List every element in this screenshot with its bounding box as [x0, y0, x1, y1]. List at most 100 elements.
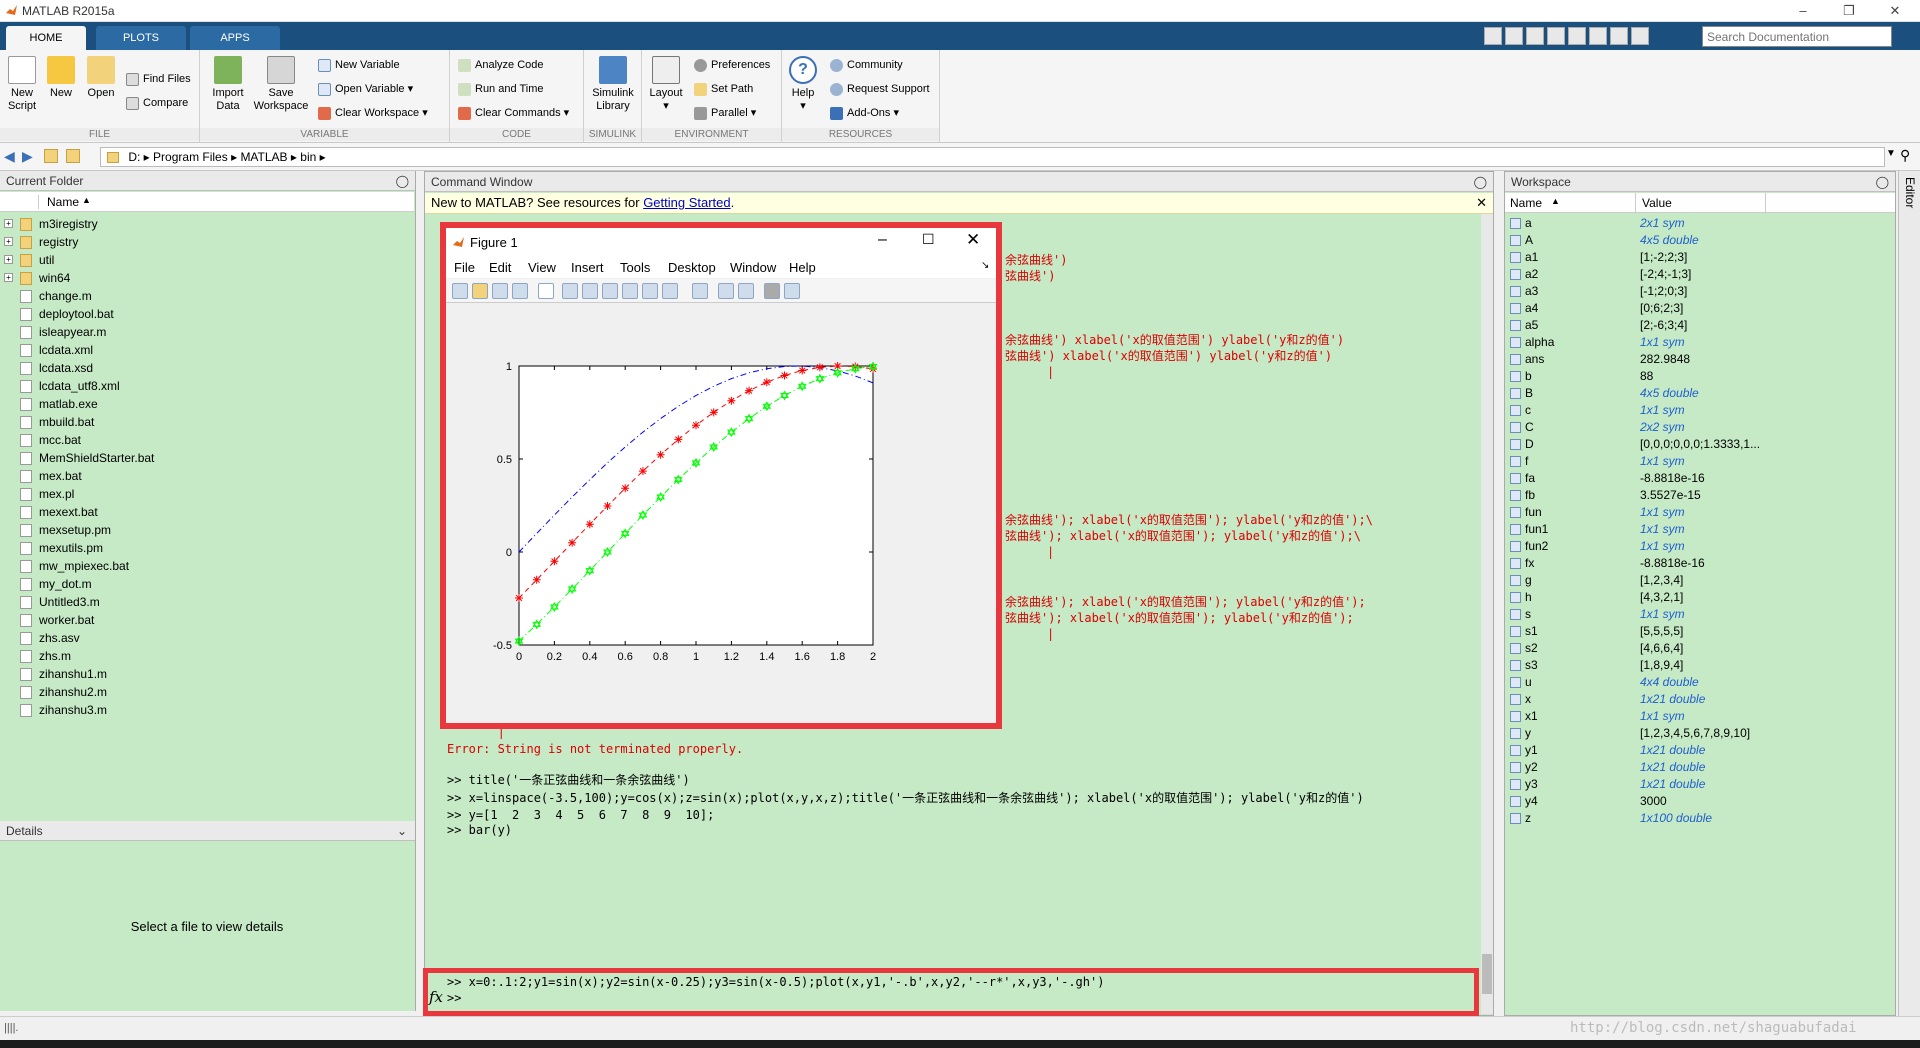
line-plot[interactable]: 0 0.2 0.4 0.6 0.8 1 1.2 1.4 1.6 1.8 2 -0.5 0 0.5 1	[446, 304, 996, 723]
forward-arrow-icon[interactable]: ▶	[22, 148, 33, 165]
switch-windows-icon[interactable]	[1610, 27, 1628, 45]
file-item[interactable]: zihanshu3.m	[20, 701, 107, 719]
menu-window[interactable]: Window	[730, 260, 776, 275]
workspace-variable-row[interactable]: y2 1x21 double	[1505, 759, 1895, 776]
new-button[interactable]: New	[44, 56, 78, 100]
workspace-variable-row[interactable]: c 1x1 sym	[1505, 402, 1895, 419]
file-item[interactable]: zhs.m	[20, 647, 71, 665]
details-header[interactable]: Details ⌄	[0, 821, 415, 841]
file-item[interactable]: + win64	[4, 269, 70, 287]
menu-help[interactable]: Help	[789, 260, 816, 275]
file-item[interactable]: matlab.exe	[20, 395, 98, 413]
workspace-variable-row[interactable]: alpha 1x1 sym	[1505, 334, 1895, 351]
file-item[interactable]: lcdata_utf8.xml	[20, 377, 120, 395]
name-column-header[interactable]: Name	[38, 195, 79, 209]
path-segment[interactable]: MATLAB	[240, 150, 287, 164]
workspace-variable-row[interactable]: D [0,0,0;0,0,0;1.3333,1...	[1505, 436, 1895, 453]
figure-titlebar[interactable]: Figure 1 – ☐ ✕	[446, 228, 996, 256]
close-notice-icon[interactable]: ✕	[1476, 193, 1487, 213]
editor-collapsed-tab[interactable]: Editor	[1898, 171, 1920, 1016]
find-files-button[interactable]: Find Files	[126, 70, 191, 88]
scrollbar-thumb[interactable]	[1482, 954, 1492, 994]
run-and-time-button[interactable]: Run and Time	[458, 80, 543, 98]
copy-icon[interactable]	[1526, 27, 1544, 45]
expand-icon[interactable]: +	[4, 237, 13, 246]
workspace-variable-row[interactable]: b 88	[1505, 368, 1895, 385]
file-item[interactable]: lcdata.xsd	[20, 359, 93, 377]
workspace-variable-row[interactable]: a4 [0;6;2;3]	[1505, 300, 1895, 317]
parallel-button[interactable]: Parallel ▾	[694, 104, 756, 122]
workspace-variable-row[interactable]: h [4,3,2,1]	[1505, 589, 1895, 606]
panel-menu-icon[interactable]: ◯	[396, 171, 409, 191]
menu-desktop[interactable]: Desktop	[668, 260, 716, 275]
pan-icon[interactable]	[602, 283, 618, 299]
workspace-variable-row[interactable]: y3 1x21 double	[1505, 776, 1895, 793]
file-item[interactable]: zhs.asv	[20, 629, 80, 647]
workspace-variable-row[interactable]: fx -8.8818e-16	[1505, 555, 1895, 572]
workspace-variable-row[interactable]: x1 1x1 sym	[1505, 708, 1895, 725]
menu-insert[interactable]: Insert	[571, 260, 604, 275]
expand-icon[interactable]: +	[4, 273, 13, 282]
file-item[interactable]: zihanshu1.m	[20, 665, 107, 683]
set-path-button[interactable]: Set Path	[694, 80, 753, 98]
menu-view[interactable]: View	[528, 260, 556, 275]
minimize-button[interactable]: –	[1780, 0, 1826, 22]
figure-close-button[interactable]: ✕	[966, 230, 980, 250]
tab-home[interactable]: HOME	[6, 26, 86, 50]
file-item[interactable]: zihanshu2.m	[20, 683, 107, 701]
file-item[interactable]: lcdata.xml	[20, 341, 93, 359]
file-item[interactable]: worker.bat	[20, 611, 94, 629]
new-script-button[interactable]: New Script	[4, 56, 40, 113]
clear-workspace-button[interactable]: Clear Workspace ▾	[318, 104, 428, 122]
figure-window[interactable]: Figure 1 – ☐ ✕ File Edit View Insert Too…	[440, 222, 1002, 729]
show-plot-tools-icon[interactable]	[784, 283, 800, 299]
new-variable-button[interactable]: New Variable	[318, 56, 400, 74]
file-item[interactable]: + util	[4, 251, 54, 269]
workspace-variable-row[interactable]: z 1x100 double	[1505, 810, 1895, 827]
search-documentation-input[interactable]	[1702, 26, 1892, 47]
workspace-variable-row[interactable]: y1 1x21 double	[1505, 742, 1895, 759]
zoom-in-icon[interactable]	[562, 283, 578, 299]
file-item[interactable]: change.m	[20, 287, 92, 305]
workspace-variable-row[interactable]: s1 [5,5,5,5]	[1505, 623, 1895, 640]
figure-maximize-button[interactable]: ☐	[922, 231, 935, 248]
expand-icon[interactable]: +	[4, 255, 13, 264]
open-variable-button[interactable]: Open Variable ▾	[318, 80, 413, 98]
workspace-variable-row[interactable]: a2 [-2;4;-1;3]	[1505, 266, 1895, 283]
help-icon[interactable]	[1631, 27, 1649, 45]
file-item[interactable]: mexext.bat	[20, 503, 98, 521]
workspace-variable-row[interactable]: s 1x1 sym	[1505, 606, 1895, 623]
current-folder-path[interactable]: D: ▸ Program Files ▸ MATLAB ▸ bin ▸	[100, 147, 1885, 167]
workspace-variable-row[interactable]: g [1,2,3,4]	[1505, 572, 1895, 589]
file-item[interactable]: mbuild.bat	[20, 413, 94, 431]
layout-button[interactable]: Layout ▾	[646, 56, 686, 113]
undo-icon[interactable]	[1568, 27, 1586, 45]
file-item[interactable]: deploytool.bat	[20, 305, 114, 323]
redo-icon[interactable]	[1589, 27, 1607, 45]
preferences-button[interactable]: Preferences	[694, 56, 770, 74]
file-item[interactable]: mw_mpiexec.bat	[20, 557, 129, 575]
clear-commands-button[interactable]: Clear Commands ▾	[458, 104, 569, 122]
chevron-down-icon[interactable]: ⌄	[397, 821, 407, 841]
workspace-variable-row[interactable]: fun 1x1 sym	[1505, 504, 1895, 521]
path-segment[interactable]: bin	[300, 150, 316, 164]
workspace-variable-row[interactable]: s2 [4,6,6,4]	[1505, 640, 1895, 657]
workspace-variable-row[interactable]: x 1x21 double	[1505, 691, 1895, 708]
figure-minimize-button[interactable]: –	[878, 231, 887, 249]
workspace-variable-row[interactable]: u 4x4 double	[1505, 674, 1895, 691]
open-file-icon[interactable]	[472, 283, 488, 299]
workspace-variable-row[interactable]: B 4x5 double	[1505, 385, 1895, 402]
maximize-button[interactable]: ❐	[1826, 0, 1872, 22]
zoom-out-icon[interactable]	[582, 283, 598, 299]
help-button[interactable]: ? Help ▾	[786, 56, 820, 113]
file-item[interactable]: mcc.bat	[20, 431, 81, 449]
workspace-variable-row[interactable]: a5 [2;-6;3;4]	[1505, 317, 1895, 334]
back-arrow-icon[interactable]: ◀	[4, 148, 15, 165]
getting-started-link[interactable]: Getting Started	[643, 195, 730, 210]
function-browser-icon[interactable]: fx	[429, 988, 443, 1006]
expand-icon[interactable]: +	[4, 219, 13, 228]
path-segment[interactable]: D:	[128, 150, 140, 164]
import-data-button[interactable]: Import Data	[206, 56, 250, 113]
pointer-icon[interactable]	[538, 283, 554, 299]
community-button[interactable]: Community	[830, 56, 903, 74]
